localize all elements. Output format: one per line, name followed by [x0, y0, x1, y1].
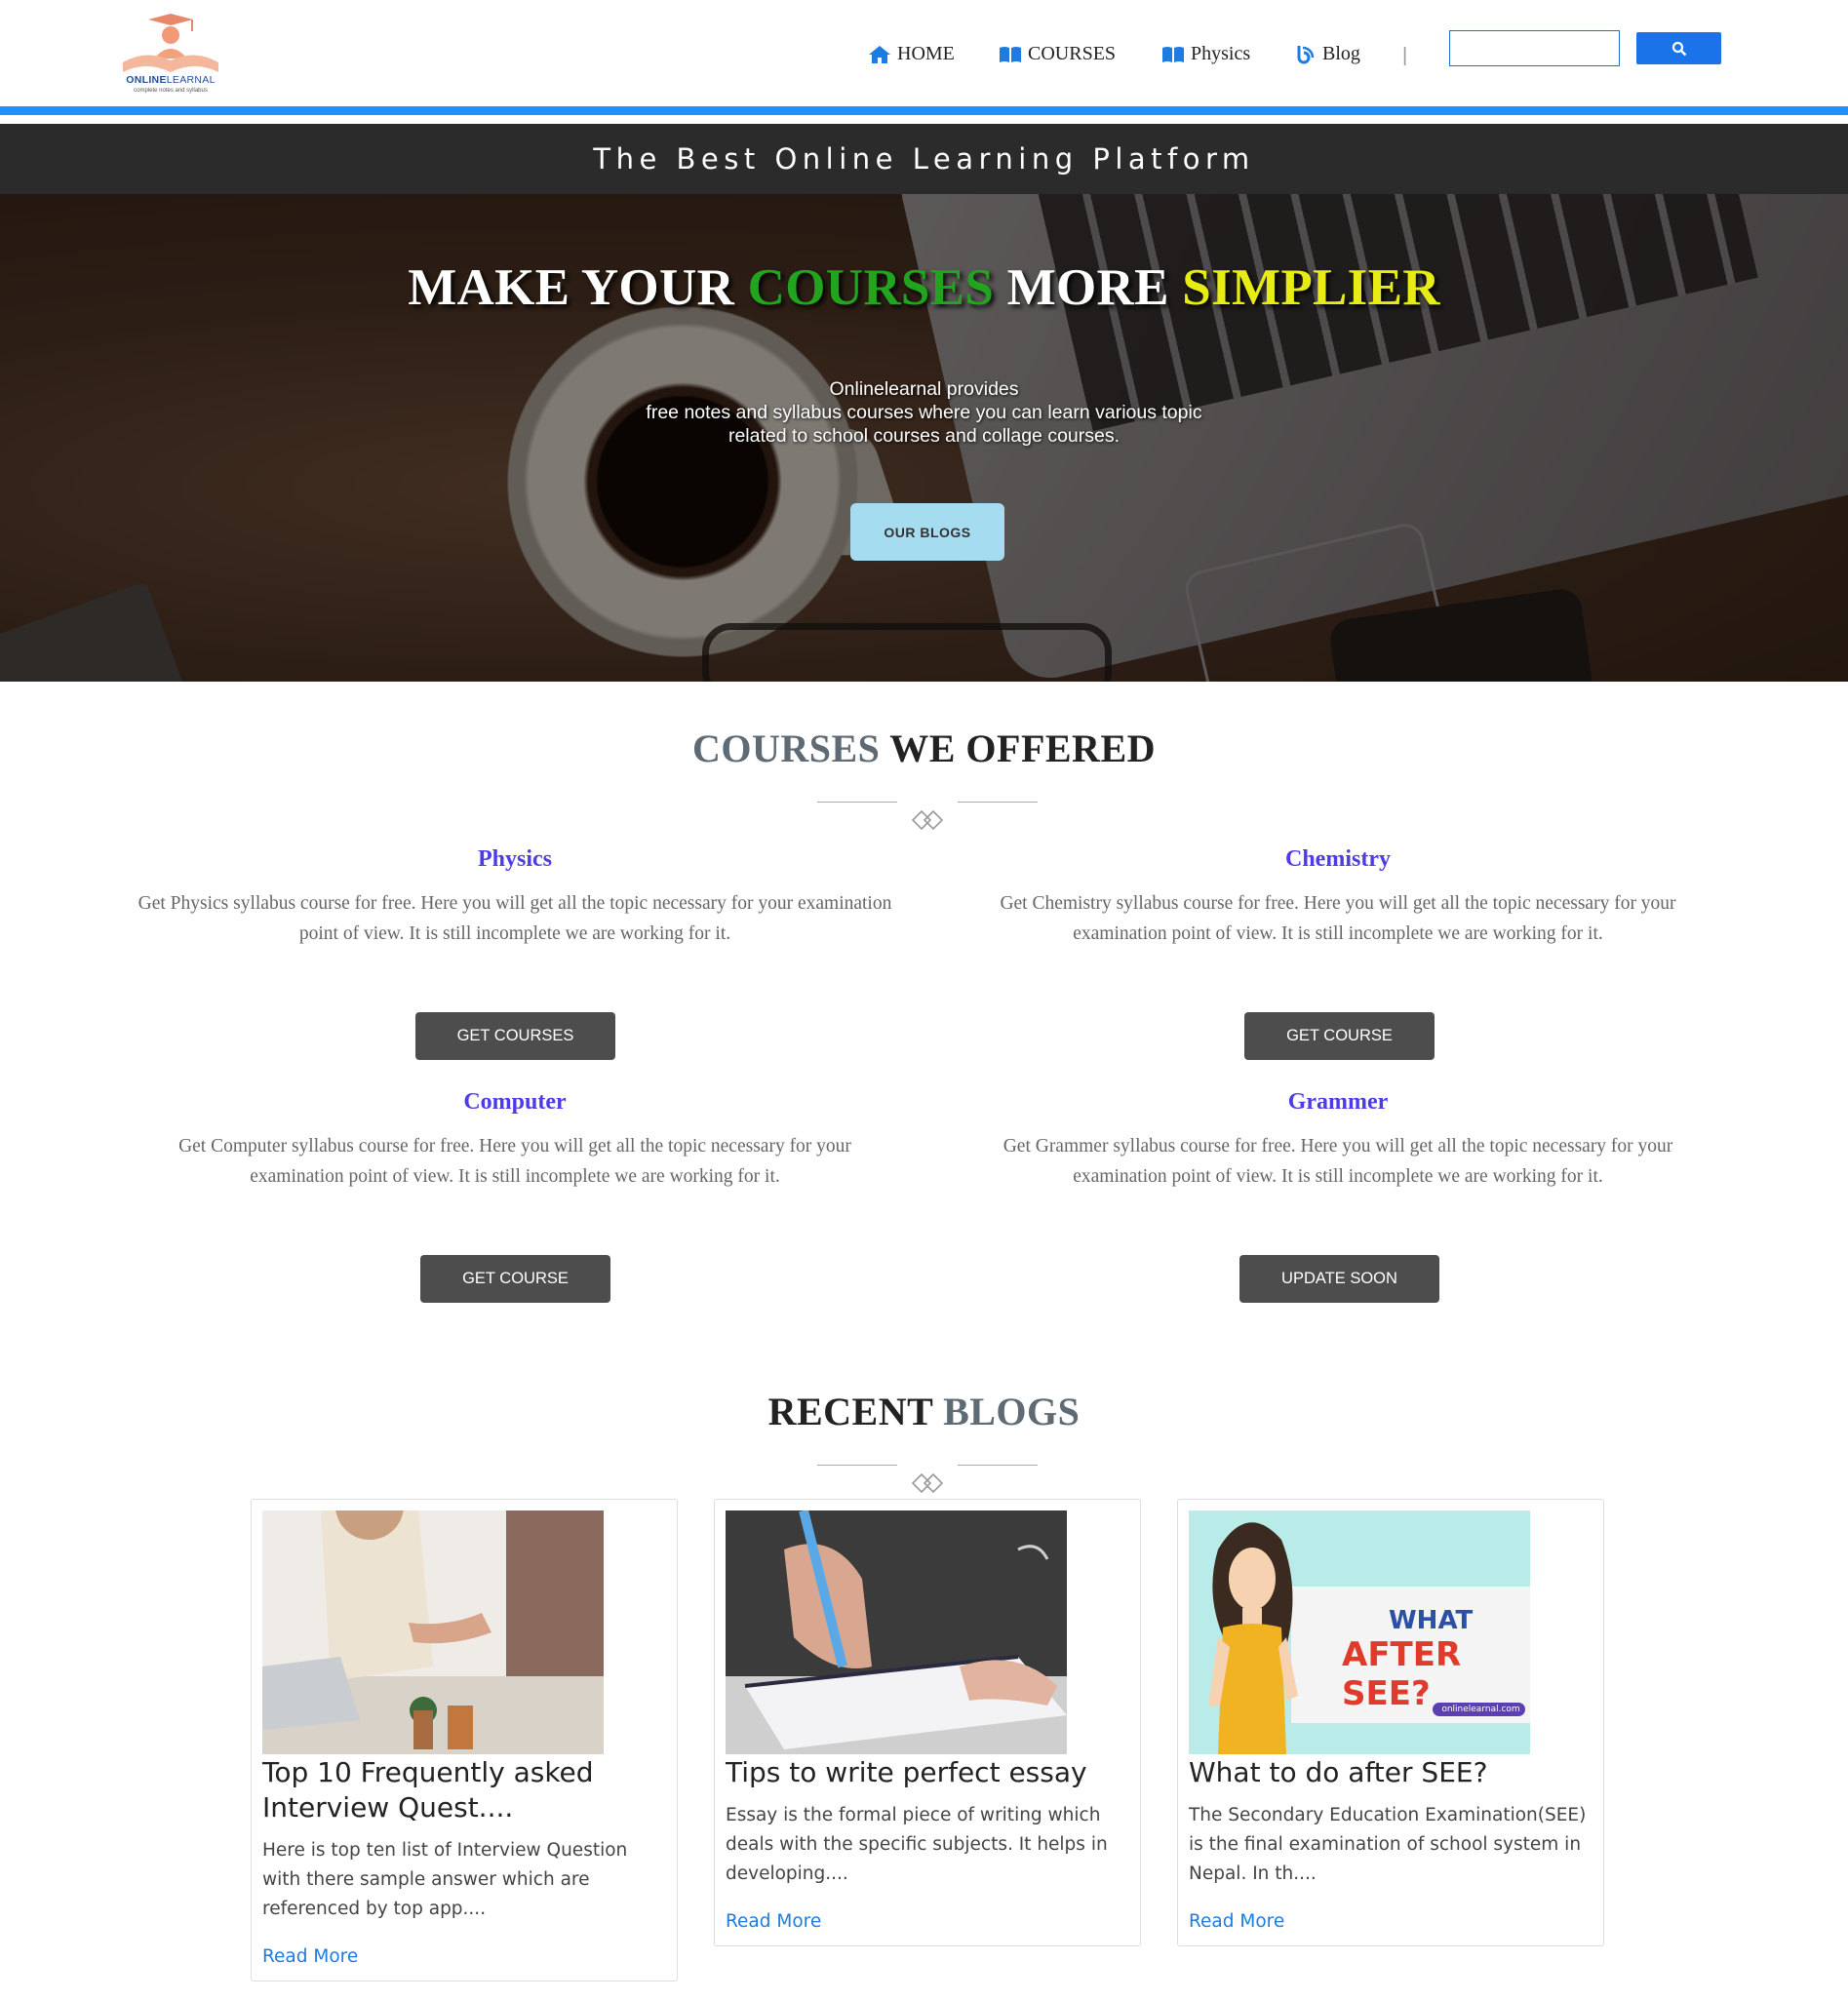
- tagline-bar: The Best Online Learning Platform: [0, 124, 1848, 194]
- blog-card-see: WHAT AFTER SEE? onlinelearnal.com What t…: [1177, 1499, 1604, 1946]
- blog-excerpt: Here is top ten list of Interview Questi…: [262, 1840, 628, 1919]
- tagline-text: The Best Online Learning Platform: [593, 142, 1255, 176]
- course-title: Computer: [463, 1089, 567, 1115]
- nav-label-blog: Blog: [1322, 43, 1360, 64]
- blog-image-what-after-see[interactable]: WHAT AFTER SEE? onlinelearnal.com: [1189, 1510, 1530, 1754]
- course-card-grammer: Grammer Get Grammer syllabus course for …: [958, 1089, 1718, 1192]
- course-description: Get Computer syllabus course for free. H…: [178, 1136, 851, 1187]
- course-title: Chemistry: [1285, 846, 1391, 872]
- search-button[interactable]: [1636, 32, 1721, 64]
- course-description: Get Physics syllabus course for free. He…: [138, 893, 892, 944]
- course-card-chemistry: Chemistry Get Chemistry syllabus course …: [958, 846, 1718, 949]
- get-course-computer-button[interactable]: GET COURSE: [420, 1255, 610, 1303]
- section-divider: [817, 802, 1038, 841]
- blog-excerpt: The Secondary Education Examination(SEE)…: [1189, 1805, 1587, 1884]
- hero-title: MAKE YOUR COURSES MORE SIMPLIER: [408, 259, 1440, 316]
- hero-description: Onlinelearnal provides free notes and sy…: [646, 378, 1202, 447]
- read-more-link[interactable]: Read More: [726, 1911, 821, 1932]
- site-logo[interactable]: ONLINELEARNAL complete notes and syllabu…: [117, 14, 224, 98]
- blog-title[interactable]: What to do after SEE?: [1189, 1755, 1589, 1790]
- logo-wordmark: ONLINELEARNAL: [126, 74, 216, 86]
- section-divider: [817, 1465, 1038, 1504]
- get-course-chemistry-button[interactable]: GET COURSE: [1244, 1012, 1435, 1060]
- book-icon: [1162, 46, 1184, 62]
- nav-label-courses: COURSES: [1028, 43, 1117, 64]
- see-image-badge: onlinelearnal.com: [1441, 1705, 1520, 1714]
- read-more-link[interactable]: Read More: [1189, 1911, 1284, 1932]
- blog-icon: [1297, 45, 1315, 63]
- blog-image-handshake[interactable]: [262, 1510, 604, 1754]
- course-title: Grammer: [1287, 1089, 1389, 1115]
- nav-item-physics[interactable]: Physics: [1161, 43, 1250, 65]
- our-blogs-button[interactable]: OUR BLOGS: [850, 503, 1004, 561]
- nav-separator: |: [1402, 45, 1408, 66]
- blog-image-writing[interactable]: [726, 1510, 1067, 1754]
- course-title: Physics: [477, 846, 552, 872]
- update-soon-grammer-button[interactable]: UPDATE SOON: [1239, 1255, 1439, 1303]
- blog-excerpt: Essay is the formal piece of writing whi…: [726, 1805, 1108, 1884]
- get-courses-physics-button[interactable]: GET COURSES: [415, 1012, 615, 1060]
- search-input[interactable]: [1449, 30, 1620, 66]
- graduate-logo-icon: [123, 14, 218, 72]
- course-description: Get Chemistry syllabus course for free. …: [1000, 893, 1676, 944]
- nav-label-home: HOME: [897, 43, 955, 64]
- read-more-link[interactable]: Read More: [262, 1946, 358, 1967]
- diamond-divider-icon: [911, 1472, 944, 1494]
- logo-tagline: complete notes and syllabus: [134, 88, 208, 94]
- see-image-line2: AFTER SEE?: [1342, 1635, 1462, 1713]
- blog-card-essay: Tips to write perfect essay Essay is the…: [714, 1499, 1141, 1946]
- navbar: ONLINELEARNAL complete notes and syllabu…: [0, 0, 1848, 115]
- blog-title[interactable]: Top 10 Frequently asked Interview Quest.…: [262, 1755, 662, 1825]
- blog-title[interactable]: Tips to write perfect essay: [726, 1755, 1125, 1790]
- nav-item-blog[interactable]: Blog: [1295, 43, 1360, 65]
- blogs-section-title: RECENT BLOGS: [767, 1390, 1081, 1433]
- nav-item-home[interactable]: HOME: [868, 43, 955, 65]
- see-image-line1: WHAT: [1389, 1606, 1474, 1635]
- course-description: Get Grammer syllabus course for free. He…: [1003, 1136, 1673, 1187]
- book-icon: [1000, 46, 1021, 62]
- search-icon: [1671, 41, 1686, 56]
- courses-section-title: COURSES WE OFFERED: [691, 726, 1157, 770]
- home-icon: [869, 45, 890, 63]
- blog-card-interview: Top 10 Frequently asked Interview Quest.…: [251, 1499, 678, 1981]
- nav-label-physics: Physics: [1191, 43, 1251, 64]
- diamond-divider-icon: [911, 809, 944, 831]
- course-card-physics: Physics Get Physics syllabus course for …: [135, 846, 895, 949]
- nav-item-courses[interactable]: COURSES: [999, 43, 1116, 65]
- course-card-computer: Computer Get Computer syllabus course fo…: [135, 1089, 895, 1192]
